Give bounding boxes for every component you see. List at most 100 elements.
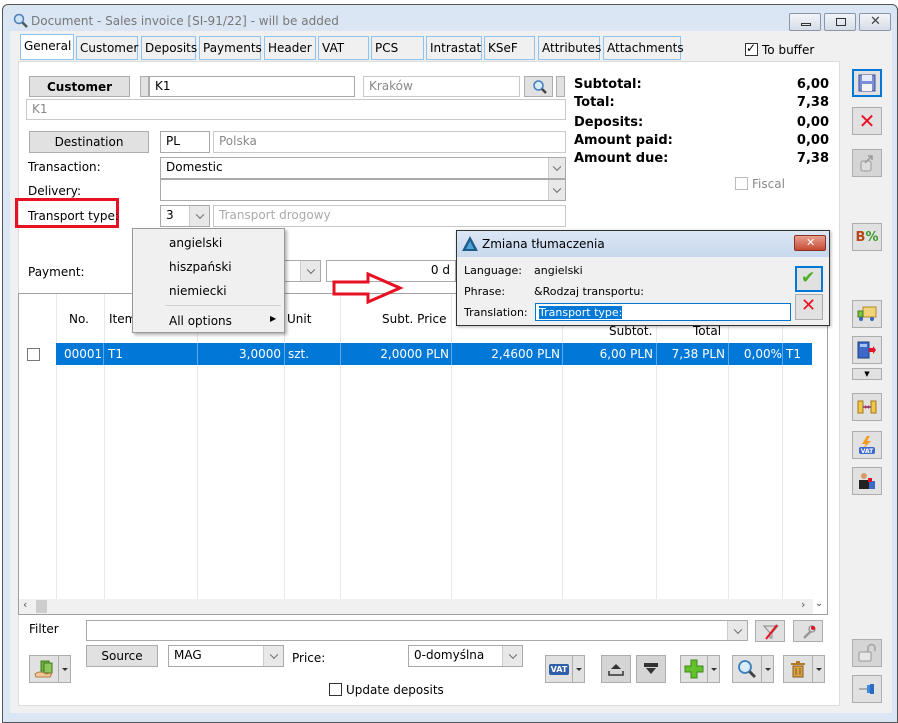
row-checkbox[interactable]: [27, 348, 40, 361]
customer-button[interactable]: Customer: [29, 76, 130, 97]
cell-separator: [451, 343, 452, 365]
add-dropdown[interactable]: [708, 655, 720, 683]
user-switch-button[interactable]: [852, 467, 882, 495]
payment-dropdown[interactable]: [59, 655, 71, 683]
destination-button[interactable]: Destination: [29, 131, 149, 153]
tab-deposits[interactable]: Deposits: [141, 36, 197, 60]
customer-search-dropdown[interactable]: [556, 76, 565, 97]
menu-item-all-options[interactable]: All options: [169, 314, 232, 328]
chevron-down-icon: [263, 646, 283, 666]
minimize-button[interactable]: [789, 13, 821, 31]
move-up-button[interactable]: [601, 655, 631, 683]
tab-attributes[interactable]: Attributes: [538, 36, 601, 60]
transaction-select[interactable]: Domestic: [160, 157, 566, 179]
tab-attachments[interactable]: Attachments: [603, 36, 684, 60]
tab-vat[interactable]: VAT: [318, 36, 369, 60]
close-window-button[interactable]: ✕: [859, 13, 891, 31]
cell-code: T1: [786, 347, 801, 361]
to-buffer-label: To buffer: [762, 43, 815, 57]
tab-label: General: [24, 39, 72, 53]
customer-dropdown-button[interactable]: [140, 76, 149, 97]
tab-label: KSeF: [488, 41, 518, 55]
horizontal-scrollbar[interactable]: ‹ ›: [19, 598, 813, 614]
vat-dropdown[interactable]: [573, 655, 585, 683]
tab-general[interactable]: General: [20, 34, 74, 60]
add-button[interactable]: [680, 655, 708, 683]
clear-filter-button[interactable]: [755, 620, 785, 642]
download-icon: [644, 663, 658, 674]
export-button[interactable]: [852, 149, 882, 177]
column-header-subt-price[interactable]: Subt. Price: [382, 312, 446, 326]
chevron-down-icon: [548, 158, 565, 178]
delivery-label: Delivery:: [28, 184, 81, 198]
table-row[interactable]: 00001 T1 3,0000 szt. 2,0000 PLN 2,4600 P…: [56, 343, 812, 365]
unlock-button[interactable]: [852, 639, 882, 667]
cancel-button[interactable]: ✕: [795, 294, 823, 320]
payment-button[interactable]: [29, 655, 59, 683]
vat-button[interactable]: VAT: [545, 655, 573, 683]
transport-name-field: Transport drogowy: [213, 205, 566, 227]
source-button[interactable]: Source: [86, 645, 158, 667]
customer-search-button[interactable]: [524, 76, 553, 97]
unlock-icon: [858, 643, 876, 662]
search-button[interactable]: [732, 655, 762, 683]
payment-select[interactable]: [283, 260, 321, 282]
checkmark-icon: ✔: [801, 268, 816, 288]
translation-input[interactable]: Transport type:: [535, 303, 791, 321]
vat-lightning-icon: VAT: [859, 436, 875, 455]
to-buffer-checkbox[interactable]: ✓: [745, 41, 758, 56]
pin-button[interactable]: [852, 675, 882, 703]
update-deposits-checkbox[interactable]: [329, 683, 342, 696]
dialog-close-button[interactable]: ✕: [794, 235, 826, 251]
scroll-down-icon[interactable]: ⌄: [815, 598, 823, 609]
delete-dropdown[interactable]: [813, 655, 825, 683]
cell-separator: [782, 343, 783, 365]
menu-separator: [165, 305, 281, 306]
scroll-right-icon[interactable]: ›: [801, 598, 805, 611]
tab-payments[interactable]: Payments: [199, 36, 262, 60]
filter-settings-button[interactable]: [793, 620, 823, 642]
delivery-truck-button[interactable]: [852, 300, 882, 328]
menu-item-niemiecki[interactable]: niemiecki: [169, 284, 227, 298]
scroll-left-icon[interactable]: ‹: [23, 598, 27, 611]
transport-code-select[interactable]: 3: [160, 205, 210, 227]
transport-type-label[interactable]: Transport type:: [28, 209, 119, 223]
delete-button[interactable]: [783, 655, 813, 683]
source-button-label: Source: [101, 649, 143, 663]
vat-lightning-button[interactable]: VAT: [852, 431, 882, 459]
move-down-button[interactable]: [636, 655, 666, 683]
calculator-button[interactable]: [852, 336, 882, 364]
menu-item-hiszpanski[interactable]: hiszpański: [169, 260, 232, 274]
column-header-total[interactable]: Total: [693, 324, 721, 338]
column-header-no[interactable]: No.: [69, 312, 89, 326]
filter-input[interactable]: [86, 620, 748, 641]
column-header-unit[interactable]: Unit: [287, 312, 311, 326]
grid-column-divider: [197, 294, 198, 604]
scrollbar-thumb[interactable]: [36, 600, 47, 613]
save-button[interactable]: [852, 69, 882, 97]
tab-pcs[interactable]: PCS: [371, 36, 424, 60]
price-select[interactable]: 0-domyślna: [408, 645, 523, 667]
tab-ksef[interactable]: KSeF: [484, 36, 535, 60]
customer-city-field: Kraków: [363, 76, 520, 97]
tab-intrastat[interactable]: Intrastat: [426, 36, 482, 60]
menu-item-angielski[interactable]: angielski: [169, 236, 222, 250]
delivery-select[interactable]: [160, 179, 566, 201]
fiscal-checkbox[interactable]: [735, 177, 748, 190]
cell-separator: [103, 343, 104, 365]
items-grid: No. Item Unit Subt. Price Subtot. Total …: [18, 293, 828, 615]
calculator-dropdown[interactable]: ▼: [852, 368, 882, 380]
discount-button[interactable]: B%: [852, 223, 882, 251]
tab-header[interactable]: Header: [264, 36, 316, 60]
column-header-subtot[interactable]: Subtot.: [609, 324, 652, 338]
tab-label: Intrastat: [430, 41, 482, 55]
maximize-button[interactable]: [824, 13, 856, 31]
tab-customer[interactable]: Customer: [76, 36, 138, 60]
confirm-button[interactable]: ✔: [795, 266, 823, 292]
customer-code-input[interactable]: K1: [149, 76, 355, 97]
cancel-document-button[interactable]: ✕: [852, 107, 882, 135]
destination-code-input[interactable]: PL: [160, 131, 210, 153]
link-button[interactable]: [852, 393, 882, 421]
source-select[interactable]: MAG: [168, 645, 284, 667]
search-dropdown[interactable]: [762, 655, 774, 683]
